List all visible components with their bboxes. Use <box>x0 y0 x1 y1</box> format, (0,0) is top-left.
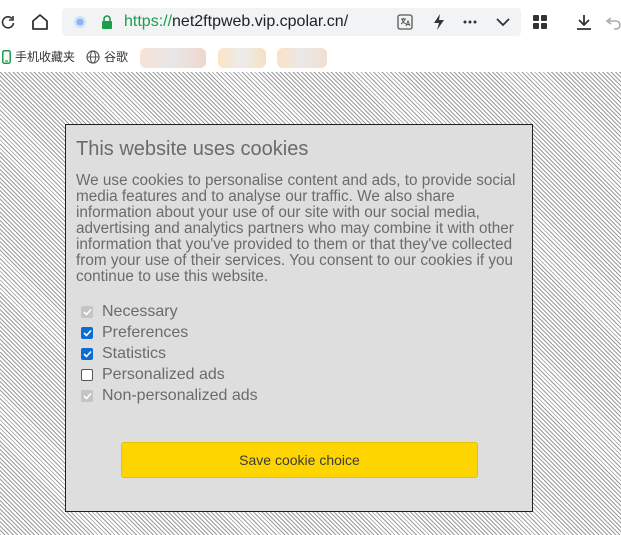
more-icon[interactable] <box>461 13 479 31</box>
necessary-checkbox <box>81 305 93 318</box>
translate-icon[interactable] <box>396 13 414 31</box>
dialog-title: This website uses cookies <box>76 138 309 160</box>
option-preferences[interactable]: Preferences <box>81 322 258 343</box>
url-scheme: https:// <box>124 13 173 30</box>
option-label[interactable]: Personalized ads <box>102 366 225 384</box>
non-personalized-ads-checkbox <box>81 389 93 402</box>
save-cookie-choice-button[interactable]: Save cookie choice <box>121 442 478 478</box>
dialog-body-text: We use cookies to personalise content an… <box>76 172 516 285</box>
option-label[interactable]: Preferences <box>102 324 188 342</box>
blurred-bookmark[interactable] <box>218 48 266 68</box>
option-statistics[interactable]: Statistics <box>81 343 258 364</box>
preferences-checkbox[interactable] <box>81 326 93 339</box>
reload-icon[interactable] <box>0 10 16 34</box>
bookmark-mobile-favorites[interactable]: 手机收藏夹 <box>2 48 75 65</box>
download-icon[interactable] <box>574 12 594 32</box>
blurred-bookmark[interactable] <box>140 48 206 68</box>
lock-icon <box>100 14 114 30</box>
personalized-ads-checkbox[interactable] <box>81 368 93 381</box>
chevron-down-icon[interactable] <box>494 13 512 31</box>
statistics-checkbox[interactable] <box>81 347 93 360</box>
option-label: Necessary <box>102 302 178 320</box>
lightning-icon[interactable] <box>430 13 448 31</box>
blurred-bookmark[interactable] <box>277 48 327 68</box>
site-identity-icon[interactable] <box>72 14 88 30</box>
browser-toolbar: https://net2ftpweb.vip.cpolar.cn/ <box>0 0 621 44</box>
cookie-dialog: This website uses cookies We use cookies… <box>65 124 533 512</box>
page-background: This website uses cookies We use cookies… <box>0 72 621 535</box>
phone-icon <box>2 49 11 64</box>
option-label: Non-personalized ads <box>102 386 258 404</box>
globe-icon <box>86 49 100 64</box>
address-bar[interactable]: https://net2ftpweb.vip.cpolar.cn/ <box>62 8 521 36</box>
cookie-options: Necessary Preferences Statistics Persona… <box>81 301 258 406</box>
bookmarks-bar: 手机收藏夹 谷歌 <box>0 44 621 72</box>
bookmark-label: 手机收藏夹 <box>15 50 76 64</box>
option-necessary: Necessary <box>81 301 258 322</box>
option-non-personalized-ads: Non-personalized ads <box>81 385 258 406</box>
url-text[interactable]: https://net2ftpweb.vip.cpolar.cn/ <box>124 13 348 31</box>
option-personalized-ads[interactable]: Personalized ads <box>81 364 258 385</box>
url-host: net2ftpweb.vip.cpolar.cn/ <box>172 13 349 30</box>
bookmark-google[interactable]: 谷歌 <box>86 48 128 65</box>
home-icon[interactable] <box>30 10 50 34</box>
apps-grid-icon[interactable] <box>530 12 550 32</box>
bookmark-label: 谷歌 <box>104 50 129 64</box>
undo-icon[interactable] <box>606 12 621 32</box>
option-label[interactable]: Statistics <box>102 345 166 363</box>
